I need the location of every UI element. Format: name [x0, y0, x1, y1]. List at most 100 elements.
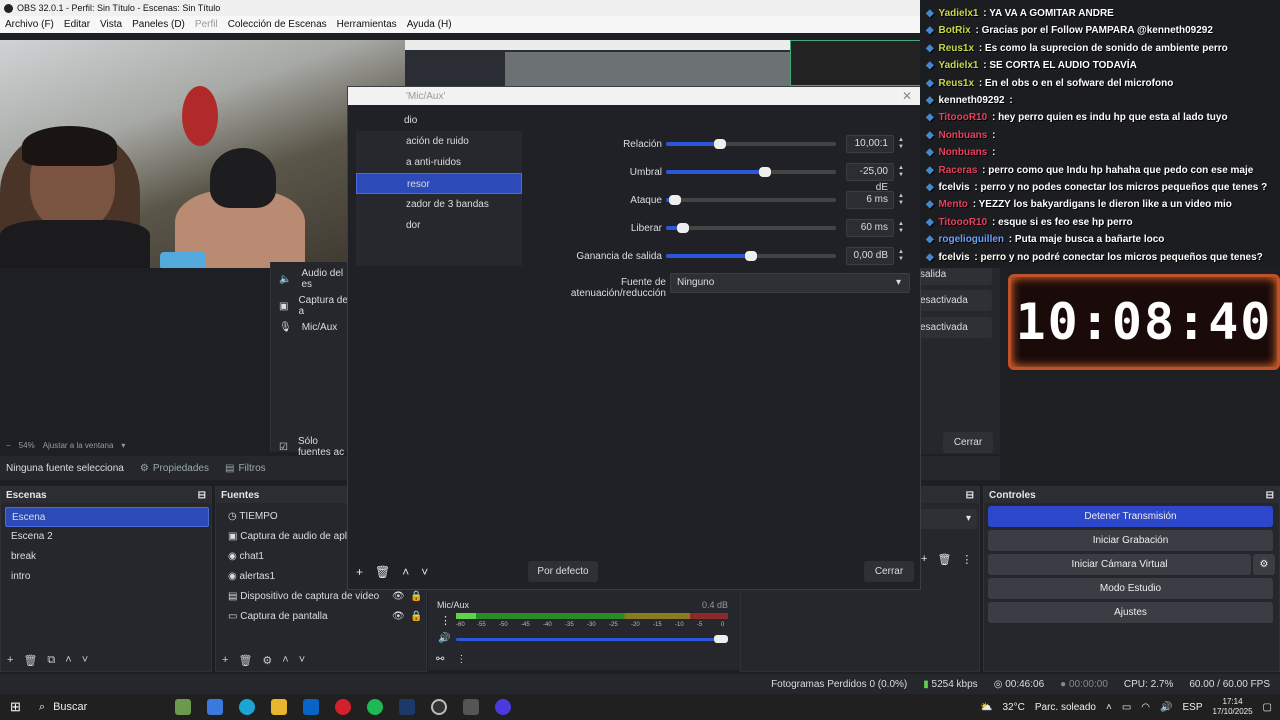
param-value[interactable]: 10,00:1 — [846, 135, 894, 153]
dock-menu-icon[interactable]: ⊟ — [198, 490, 206, 501]
scene-item[interactable]: intro — [5, 567, 209, 587]
windows-start-icon[interactable]: ⊞ — [10, 699, 21, 715]
param-slider[interactable] — [666, 251, 836, 261]
close-button[interactable]: Cerrar — [864, 561, 914, 582]
stop-stream-button[interactable]: Detener Transmisión — [988, 506, 1273, 527]
start-recording-button[interactable]: Iniciar Grabación — [988, 530, 1273, 551]
studio-mode-button[interactable]: Modo Estudio — [988, 578, 1273, 599]
filters-button[interactable]: ▤ Filtros — [225, 463, 266, 474]
trash-icon[interactable]: 🗑 — [375, 565, 390, 579]
filter-item[interactable]: zador de 3 bandas — [356, 194, 522, 215]
close-icon[interactable]: ✕ — [902, 89, 912, 103]
more-icon[interactable]: ⋮ — [961, 553, 972, 566]
start-virtual-camera-button[interactable]: Iniciar Cámara Virtual — [988, 554, 1251, 575]
param-slider[interactable] — [666, 195, 836, 205]
lock-icon[interactable]: 🔒 — [410, 607, 422, 627]
spotify-icon[interactable] — [366, 699, 383, 715]
side-select[interactable]: esactivada — [920, 290, 992, 311]
copilot-icon[interactable] — [206, 699, 223, 715]
dock-menu-icon[interactable]: ⊟ — [966, 490, 974, 501]
chevron-down-icon[interactable]: ˅ — [421, 565, 428, 579]
more-icon[interactable]: ⋮ — [440, 614, 451, 627]
param-value[interactable]: 6 ms — [846, 191, 894, 209]
chevron-up-icon[interactable]: ˄ — [282, 654, 288, 666]
chevron-up-icon[interactable]: ˄ — [65, 654, 71, 666]
zoom-fit-label[interactable]: Ajustar a la ventana — [43, 441, 114, 450]
volume-icon[interactable]: 🔊 — [1160, 702, 1172, 713]
scene-item[interactable]: break — [5, 547, 209, 567]
clock[interactable]: 17:14 17/10/2025 — [1213, 697, 1253, 717]
browser-icon[interactable] — [494, 699, 511, 715]
opera-icon[interactable] — [334, 699, 351, 715]
filter-item[interactable]: resor — [356, 173, 522, 194]
eye-icon[interactable]: 👁 — [392, 587, 405, 607]
source-row-audio[interactable]: 🔈 Audio del es — [279, 268, 350, 290]
spin-arrows[interactable]: ▲ ▼ — [898, 165, 910, 179]
trash-icon[interactable]: 🗑 — [23, 654, 37, 667]
scene-item[interactable]: Escena 2 — [5, 527, 209, 547]
add-icon[interactable]: + — [7, 654, 13, 666]
source-row-mic[interactable]: 🎙 Mic/Aux — [279, 322, 337, 333]
gear-icon[interactable]: ⚙ — [262, 654, 272, 667]
network-icon[interactable]: ▭ — [1122, 702, 1131, 713]
param-slider[interactable] — [666, 139, 836, 149]
scene-item[interactable]: Escena — [5, 507, 209, 527]
add-icon[interactable]: + — [222, 654, 228, 666]
param-slider[interactable] — [666, 223, 836, 233]
menu-editar[interactable]: Editar — [59, 19, 95, 30]
menu-coleccion[interactable]: Colección de Escenas — [223, 19, 332, 30]
menu-ayuda[interactable]: Ayuda (H) — [402, 19, 457, 30]
more-icon[interactable]: ⋮ — [456, 654, 466, 665]
zoom-out-button[interactable]: − — [6, 441, 11, 450]
taskbar-search[interactable]: ⌕ Buscar — [31, 695, 167, 719]
eye-icon[interactable]: 👁 — [392, 607, 405, 627]
side-select[interactable]: esactivada — [920, 317, 992, 338]
param-value[interactable]: 60 ms — [846, 219, 894, 237]
menu-herramientas[interactable]: Herramientas — [332, 19, 402, 30]
chevron-down-icon[interactable]: ˅ — [82, 654, 88, 666]
add-icon[interactable]: + — [921, 553, 927, 566]
chevron-down-icon[interactable]: ˅ — [299, 654, 305, 666]
filter-icon[interactable]: ⧉ — [47, 654, 55, 667]
outlook-icon[interactable] — [302, 699, 319, 715]
transition-select[interactable]: ▾ — [917, 509, 977, 529]
settings-button[interactable]: Ajustes — [988, 602, 1273, 623]
zoom-dropdown-icon[interactable]: ▾ — [121, 441, 125, 450]
source-row-capture[interactable]: ▣ Captura de a — [279, 295, 350, 317]
close-button[interactable]: Cerrar — [943, 432, 993, 453]
spin-arrows[interactable]: ▲ ▼ — [898, 221, 910, 235]
filter-item[interactable]: a anti-ruidos — [356, 152, 522, 173]
menu-vista[interactable]: Vista — [95, 19, 127, 30]
filter-item[interactable]: ación de ruido — [356, 131, 522, 152]
volume-slider[interactable] — [456, 638, 728, 641]
settings-icon[interactable] — [462, 699, 479, 715]
obs-icon[interactable] — [430, 699, 447, 715]
duck-source-select[interactable]: Ninguno ▾ — [670, 273, 910, 293]
spin-arrows[interactable]: ▲ ▼ — [898, 249, 910, 263]
menu-paneles[interactable]: Paneles (D) — [127, 19, 190, 30]
default-button[interactable]: Por defecto — [528, 561, 598, 582]
speaker-icon[interactable]: 🔊 — [438, 633, 450, 644]
lock-icon[interactable]: 🔒 — [410, 587, 422, 607]
language-indicator[interactable]: ESP — [1182, 702, 1202, 713]
add-icon[interactable]: + — [356, 565, 363, 579]
weather-icon[interactable]: ⛅ — [980, 702, 992, 713]
spin-arrows[interactable]: ▲ ▼ — [898, 193, 910, 207]
virtual-camera-settings-button[interactable]: ⚙ — [1253, 554, 1275, 575]
chevron-up-icon[interactable]: ˄ — [1106, 702, 1112, 713]
notification-icon[interactable]: ▢ — [1263, 702, 1272, 713]
steam-icon[interactable] — [398, 699, 415, 715]
chevron-up-icon[interactable]: ˄ — [402, 565, 409, 579]
edge-icon[interactable] — [238, 699, 255, 715]
filter-item[interactable]: dor — [356, 215, 522, 236]
properties-button[interactable]: ⚙ Propiedades — [140, 463, 209, 474]
link-icon[interactable]: ⚯ — [436, 654, 444, 665]
source-item[interactable]: ▤ Dispositivo de captura de video 👁 🔒 — [222, 587, 424, 607]
volume-slider-knob[interactable] — [714, 635, 728, 643]
only-sources-checkbox[interactable]: ☑ Sólo fuentes ac — [279, 436, 350, 458]
spin-arrows[interactable]: ▲ ▼ — [898, 137, 910, 151]
param-slider[interactable] — [666, 167, 836, 177]
file-explorer-icon[interactable] — [270, 699, 287, 715]
trash-icon[interactable]: 🗑 — [937, 553, 951, 566]
wifi-icon[interactable]: ◠ — [1141, 702, 1150, 713]
